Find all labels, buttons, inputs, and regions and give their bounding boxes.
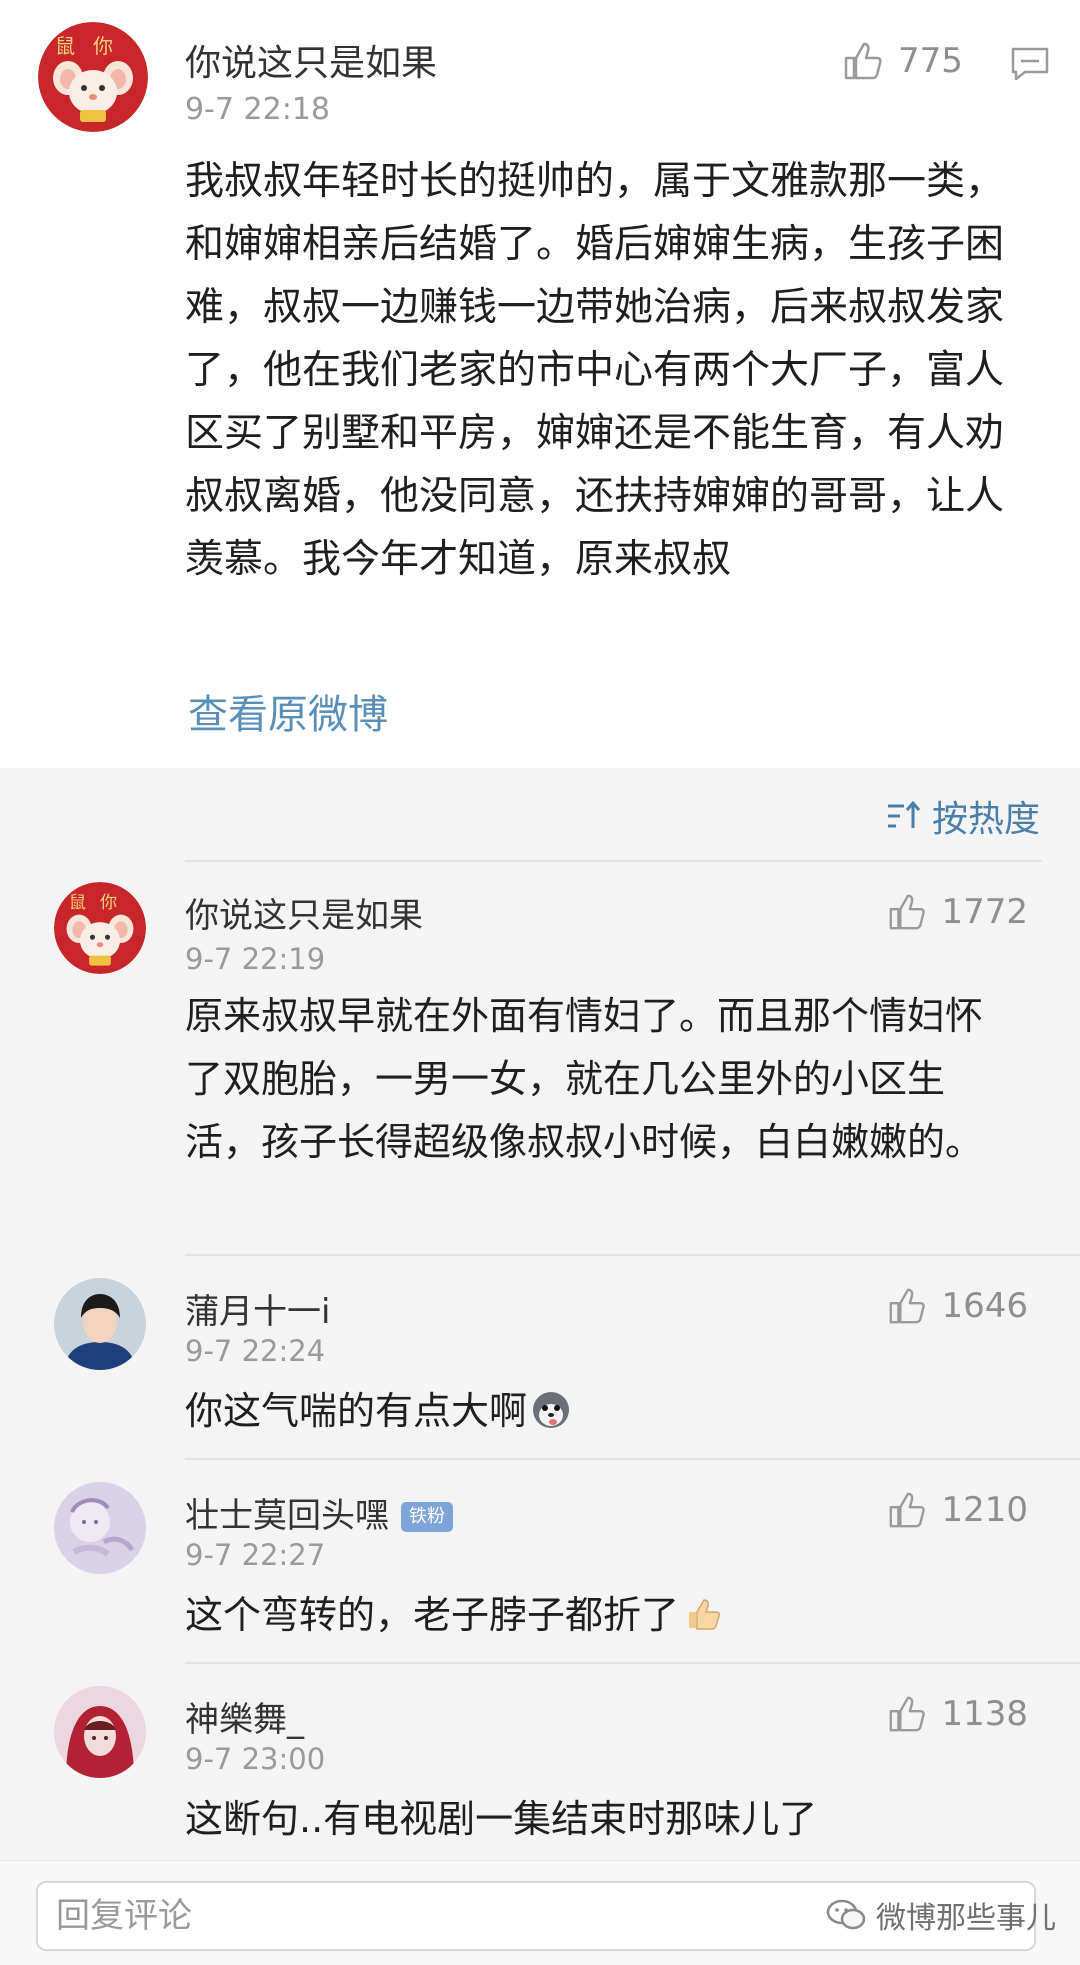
- user-avatar[interactable]: [54, 1686, 146, 1778]
- username[interactable]: 你说这只是如果: [185, 888, 423, 937]
- divider: [185, 860, 1042, 862]
- divider: [185, 1458, 1080, 1460]
- comment-icon[interactable]: [1010, 46, 1050, 86]
- user-avatar[interactable]: 鼠你: [38, 22, 148, 132]
- username[interactable]: 蒲月十一i: [185, 1284, 330, 1333]
- like-button[interactable]: 1138: [887, 1694, 1028, 1734]
- user-avatar[interactable]: [54, 1482, 146, 1574]
- watermark-text: 微博那些事儿: [876, 1901, 1056, 1936]
- username[interactable]: 壮士莫回头嘿 铁粉: [185, 1488, 453, 1537]
- reply-text: 这断句..有电视剧一集结束时那味儿了: [185, 1797, 818, 1841]
- like-count: 775: [898, 41, 963, 81]
- thumbs-up-icon: [890, 1492, 926, 1528]
- timestamp: 9-7 22:27: [185, 1538, 326, 1572]
- timestamp: 9-7 22:24: [185, 1334, 326, 1368]
- thumbs-up-icon: [890, 1288, 926, 1324]
- timestamp: 9-7 23:00: [185, 1742, 326, 1776]
- sort-toggle[interactable]: 按热度: [886, 790, 1040, 842]
- divider: [185, 1254, 1080, 1256]
- like-count: 1138: [941, 1694, 1028, 1734]
- divider: [185, 1662, 1080, 1664]
- like-button[interactable]: 1646: [887, 1286, 1028, 1326]
- reply-text: 这个弯转的，老子脖子都折了: [185, 1584, 1015, 1647]
- thumbs-up-icon: [890, 894, 926, 930]
- sort-label: 按热度: [931, 799, 1040, 840]
- username[interactable]: 你说这只是如果: [185, 34, 437, 86]
- wechat-icon: [826, 1899, 866, 1930]
- user-avatar[interactable]: [54, 1278, 146, 1370]
- username[interactable]: 神樂舞_: [185, 1692, 304, 1741]
- main-comment: 鼠你 你说这只是如果 9-7 22:18 775 我叔叔年轻时长的挺帅的，属于文…: [0, 0, 1080, 768]
- like-button[interactable]: 1772: [887, 892, 1028, 932]
- comment-text: 我叔叔年轻时长的挺帅的，属于文雅款那一类，和婶婶相亲后结婚了。婚后婶婶生病，生孩…: [185, 159, 1005, 582]
- reply-text: 原来叔叔早就在外面有情妇了。而且那个情妇怀了双胞胎，一男一女，就在几公里外的小区…: [185, 994, 984, 1164]
- view-original-link[interactable]: 查看原微博: [188, 682, 388, 740]
- husky-emoji-icon: [533, 1392, 570, 1428]
- thumbs-up-icon: [844, 42, 882, 80]
- thumbs-up-icon: [890, 1696, 926, 1732]
- like-count: 1772: [941, 892, 1028, 932]
- timestamp: 9-7 22:19: [185, 942, 326, 976]
- like-button[interactable]: 775: [842, 40, 963, 82]
- reply-bar: 微博那些事儿: [0, 1860, 1080, 1965]
- reply-text: 你这气喘的有点大啊: [185, 1380, 1015, 1443]
- timestamp: 9-7 22:18: [185, 92, 330, 127]
- like-button[interactable]: 1210: [887, 1490, 1028, 1530]
- fan-badge: 铁粉: [401, 1502, 453, 1532]
- sort-icon: [887, 800, 921, 828]
- watermark: 微博那些事儿: [826, 1893, 1056, 1937]
- like-count: 1210: [941, 1490, 1028, 1530]
- like-count: 1646: [941, 1286, 1028, 1326]
- user-avatar[interactable]: 鼠你: [54, 882, 146, 974]
- thumbs-up-emoji-icon: [689, 1599, 721, 1630]
